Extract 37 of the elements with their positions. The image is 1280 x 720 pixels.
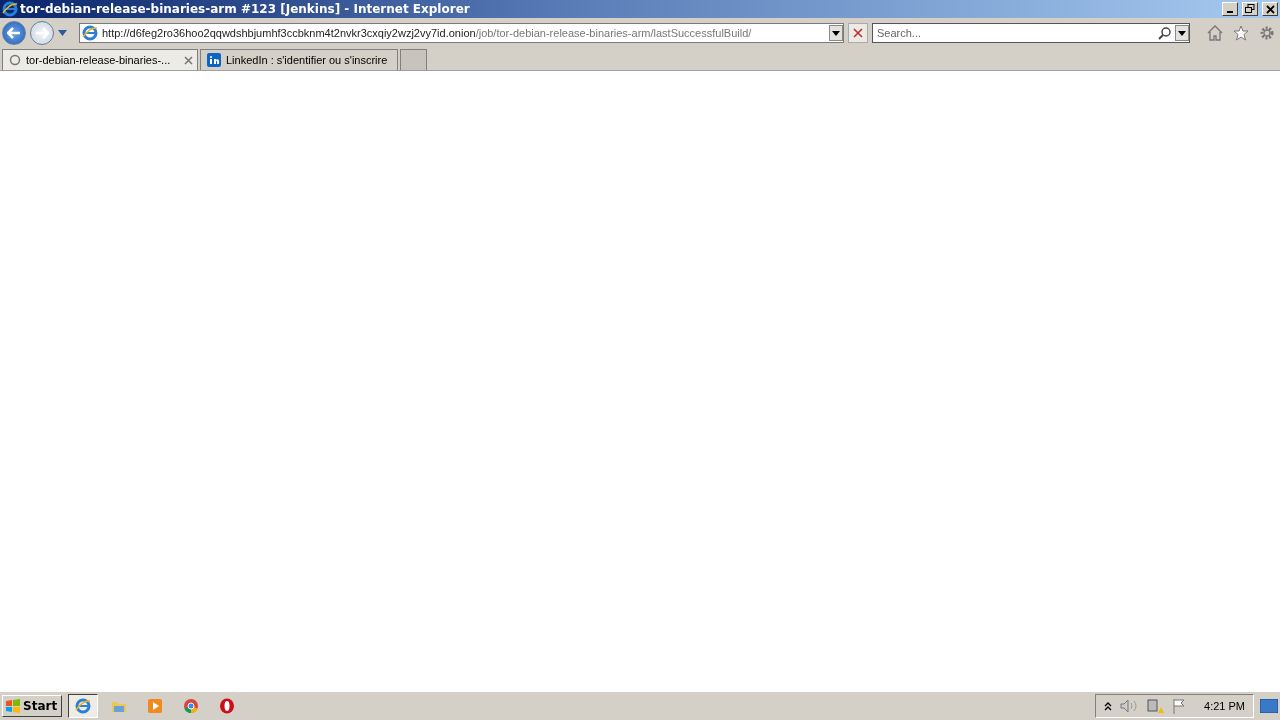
linkedin-icon xyxy=(207,53,221,67)
forward-arrow-icon xyxy=(35,27,49,39)
caret-icon xyxy=(832,30,840,36)
loading-icon xyxy=(9,54,21,66)
back-arrow-icon xyxy=(7,27,21,39)
media-player-icon xyxy=(147,698,164,714)
search-bar[interactable]: Search... xyxy=(872,23,1190,43)
minimize-button[interactable] xyxy=(1222,2,1238,16)
ie-icon xyxy=(2,1,18,17)
search-dropdown-button[interactable] xyxy=(1175,25,1189,41)
speaker-icon[interactable] xyxy=(1120,699,1139,713)
restore-button[interactable] xyxy=(1242,2,1258,16)
new-tab-button[interactable] xyxy=(400,49,427,70)
back-button[interactable] xyxy=(2,21,26,45)
browser-tab[interactable]: tor-debian-release-binaries-... xyxy=(2,49,198,70)
network-warning-icon[interactable] xyxy=(1146,698,1165,714)
start-button[interactable]: Start xyxy=(2,695,63,717)
window-title: tor-debian-release-binaries-arm #123 [Jenkins] - Internet Explorer xyxy=(20,2,471,16)
forward-button[interactable] xyxy=(30,21,54,45)
ie-icon xyxy=(82,25,98,41)
chrome-icon xyxy=(183,698,200,714)
windows-logo-icon xyxy=(5,699,21,713)
search-icon[interactable] xyxy=(1158,26,1171,40)
address-bar[interactable]: http://d6feg2ro36hoo2qqwdshbjumhf3ccbknm4t2nvkr3cxqiy2wzj2vy7id.onion/job/tor-debian-release-binaries-arm/lastSuccessfulBuild/ xyxy=(79,23,844,43)
opera-icon xyxy=(219,698,236,714)
show-hidden-icons-icon[interactable] xyxy=(1104,701,1113,711)
dropdown-caret-icon[interactable] xyxy=(58,30,67,36)
taskbar-app-button[interactable] xyxy=(68,694,99,718)
browser-tab[interactable]: LinkedIn : s'identifier ou s'inscrire xyxy=(200,49,398,70)
clock[interactable]: 4:21 PM xyxy=(1204,700,1245,712)
ie-icon xyxy=(75,698,92,714)
caret-icon xyxy=(1178,30,1186,36)
stop-button[interactable] xyxy=(848,23,868,43)
close-tab-icon[interactable] xyxy=(184,55,193,65)
close-icon xyxy=(853,28,863,38)
address-dropdown-button[interactable] xyxy=(829,25,843,41)
close-button[interactable] xyxy=(1262,2,1278,16)
